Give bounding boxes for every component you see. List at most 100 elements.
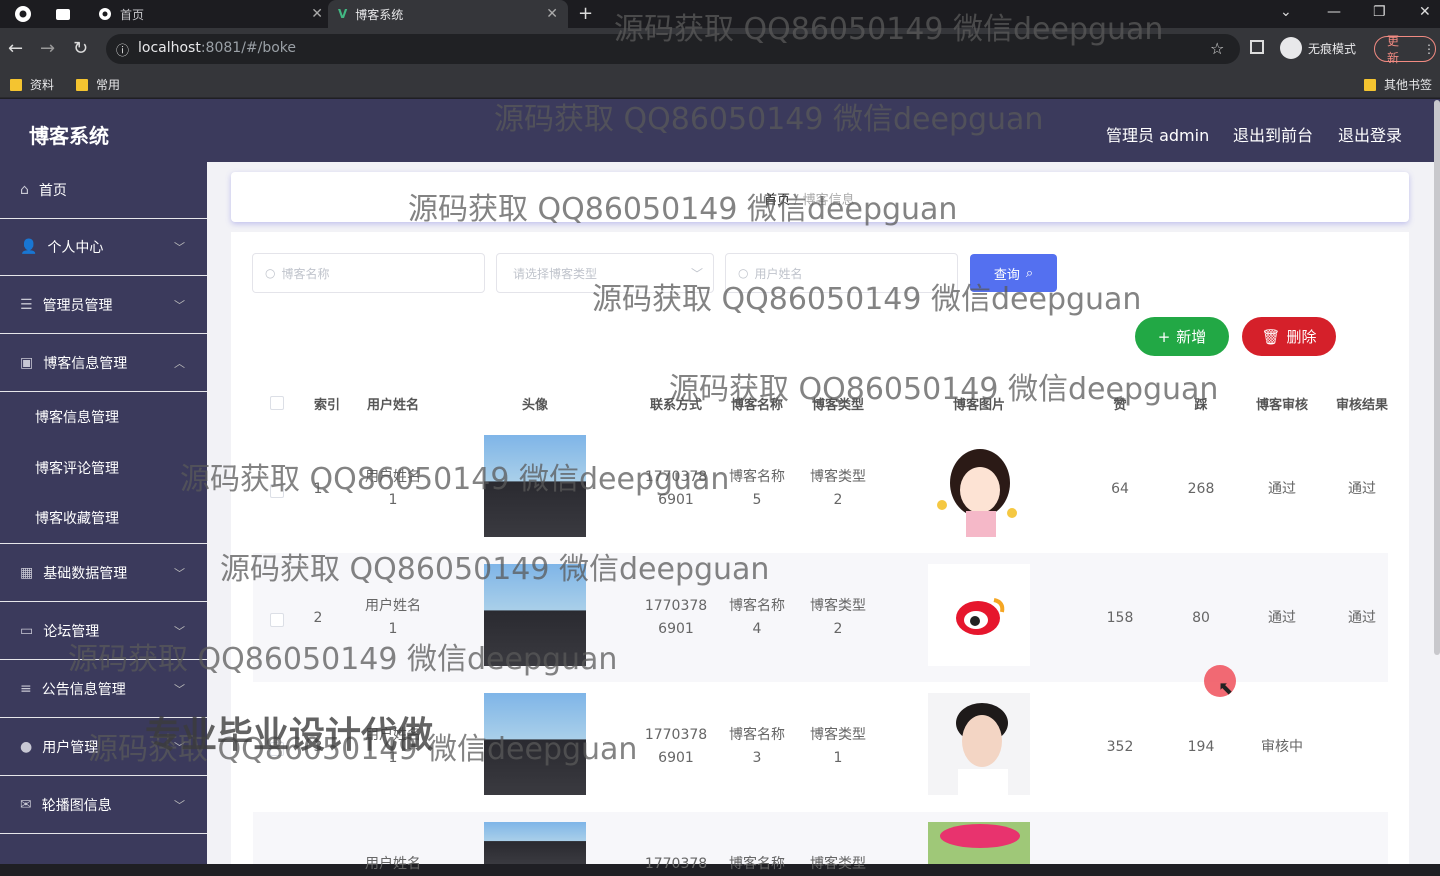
row-likes: 352 [1106,739,1134,755]
sidebar-item-notices[interactable]: ≡ 公告信息管理 ﹀ [0,661,207,718]
browser-tab-bar: 首页 ✕ V 博客系统 ✕ + ⌄ — ❐ ✕ [0,0,1440,28]
incognito-indicator[interactable]: 无痕模式 [1280,37,1356,59]
blog-image [928,693,1030,795]
search-icon: ○ [738,266,749,280]
folder-icon [1364,78,1376,91]
list-icon: ≡ [20,681,32,697]
row-index: 1 [313,481,323,497]
sidebar-item-admins[interactable]: ☰ 管理员管理 ﹀ [0,277,207,334]
col-header: 用户姓名 [366,398,419,413]
chevron-down-icon: ﹀ [174,299,185,312]
bookmark-folder[interactable]: 资料 [10,76,54,93]
user-icon: 👤 [20,239,38,255]
row-phone: 1770378 [644,856,708,872]
new-tab-icon[interactable]: + [578,3,593,24]
blog-name-input[interactable]: ○ 博客名称 [252,253,485,293]
page-scrollbar[interactable] [1434,100,1440,655]
update-button[interactable]: 更新 ⋮ [1374,34,1436,65]
grid-icon: ▦ [20,565,34,581]
user-name-input[interactable]: ○ 用户姓名 [725,253,958,293]
row-blog-type: 博客类型 1 [810,727,866,766]
restore-icon[interactable]: ❐ [1373,4,1386,20]
avatar [484,435,586,537]
row-checkbox[interactable] [270,742,284,756]
row-phone: 1770378 6901 [644,727,708,766]
logout-link[interactable]: 退出登录 [1338,122,1402,146]
star-icon[interactable]: ☆ [1210,39,1224,58]
col-header: 头像 [521,398,548,413]
tab-label: 博客系统 [355,7,404,22]
row-review: 通过 [1268,481,1296,497]
bulb-icon: ● [20,739,33,755]
tab-search-icon[interactable] [54,5,72,23]
close-icon[interactable]: ✕ [311,6,323,22]
chevron-down-icon: ﹀ [690,266,703,281]
sidebar-item-profile[interactable]: 👤 个人中心 ﹀ [0,219,207,276]
row-index: 2 [313,610,323,626]
blog-type-select[interactable]: 请选择博客类型 ﹀ [496,253,714,293]
col-header: 博客审核 [1255,398,1308,413]
row-blog-type: 博客类型 [810,856,866,872]
close-icon[interactable]: ✕ [546,6,558,22]
row-checkbox[interactable] [270,484,284,498]
select-all-checkbox[interactable] [270,396,284,410]
cursor-icon: ⬉ [1218,678,1234,699]
sidebar-item-users[interactable]: ● 用户管理 ﹀ [0,719,207,776]
chevron-down-icon: ﹀ [174,625,185,638]
frontend-link[interactable]: 退出到前台 [1233,122,1313,146]
row-phone: 1770378 6901 [644,469,708,508]
sidebar-item-blog-info[interactable]: ▣ 博客信息管理 ︿ [0,335,207,392]
back-icon[interactable]: ← [8,38,23,59]
search-icon: ○ [265,266,276,280]
sidebar-subitem-blog-comments[interactable]: 博客评论管理 [0,442,207,493]
col-header: 审核结果 [1335,398,1388,413]
row-likes: 158 [1106,610,1134,626]
col-header: 博客类型 [811,398,864,413]
row-blog-type: 博客类型 2 [810,469,866,508]
chevron-down-icon[interactable]: ⌄ [1280,4,1292,20]
bookmark-folder[interactable]: 其他书签 [1364,76,1432,93]
reload-icon[interactable]: ↻ [73,38,88,59]
minimize-icon[interactable]: — [1327,4,1341,20]
sidebar-subitem-blog-favorites[interactable]: 博客收藏管理 [0,493,207,544]
row-review: 审核中 [1261,739,1303,755]
close-window-icon[interactable]: ✕ [1419,4,1431,20]
chevron-down-icon: ﹀ [174,799,185,812]
sidebar-item-basic-data[interactable]: ▦ 基础数据管理 ﹀ [0,545,207,602]
chevron-down-icon: ﹀ [174,741,185,754]
bookmarks-bar [0,70,1440,98]
row-index: 3 [313,739,323,755]
blog-image [928,822,1030,864]
row-user: 用户姓名 1 [365,727,421,766]
sidebar-item-forum[interactable]: ▭ 论坛管理 ﹀ [0,603,207,660]
row-blog-name: 博客名称 5 [729,469,785,508]
col-header: 赞 [1113,398,1127,413]
plus-icon: + [1157,327,1171,346]
clipboard-icon: ▣ [20,355,34,371]
app-title: 博客系统 [29,124,109,148]
blog-image [928,564,1030,666]
sidepanel-icon[interactable] [1250,40,1264,54]
tab-home[interactable]: 首页 ✕ [88,0,333,28]
sidebar-item-home[interactable]: ⌂ 首页 [0,162,207,219]
app-header [0,99,1440,162]
sidebar-subitem-blog-info[interactable]: 博客信息管理 [0,391,207,442]
row-user: 用户姓名 1 [365,598,421,637]
row-phone: 1770378 6901 [644,598,708,637]
sidebar-item-carousel[interactable]: ✉ 轮播图信息 ﹀ [0,777,207,834]
trash-icon: 🗑 [1261,327,1281,346]
delete-button[interactable]: 🗑 删除 [1242,317,1336,356]
breadcrumb-home[interactable]: 首页 [764,193,790,208]
row-user: 用户姓名 1 [365,469,421,508]
row-checkbox[interactable] [270,613,284,627]
forward-icon[interactable]: → [40,38,55,59]
tab-blog-system[interactable]: V 博客系统 ✕ [328,0,568,28]
query-button[interactable]: 查询 ⌕ [970,254,1057,292]
col-header: 联系方式 [649,398,702,413]
chevron-down-icon: ﹀ [174,567,185,580]
bookmark-folder[interactable]: 常用 [76,76,120,93]
chevron-up-icon: ︿ [174,357,185,370]
info-icon[interactable]: ⓘ [116,40,129,59]
col-header: 索引 [313,398,340,413]
add-button[interactable]: + 新增 [1135,317,1229,356]
